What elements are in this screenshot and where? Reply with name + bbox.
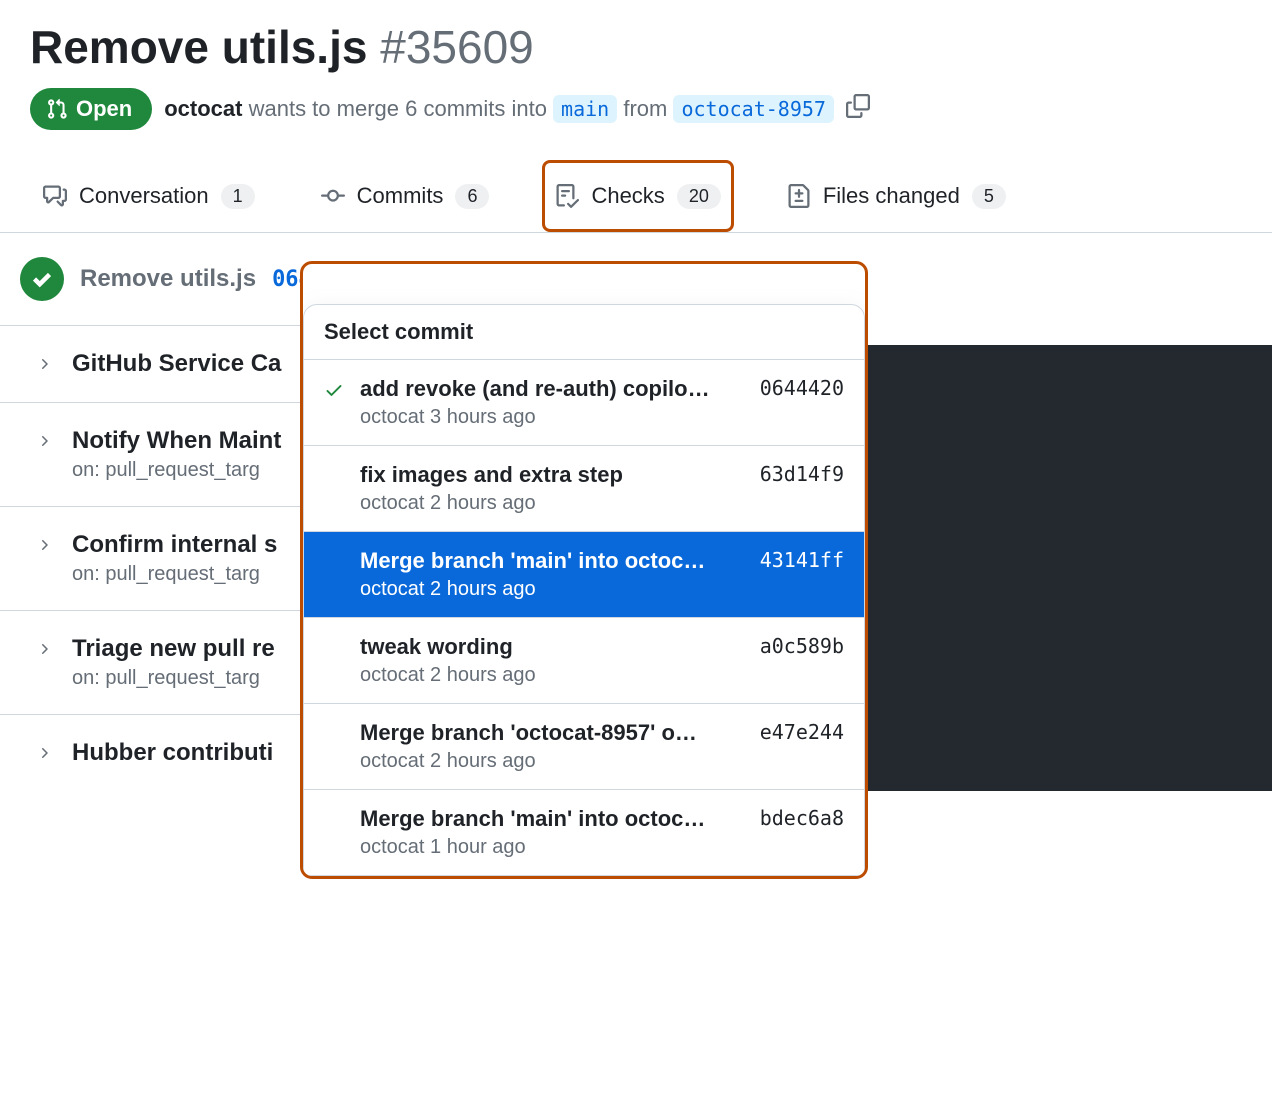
tab-checks[interactable]: Checks 20 — [542, 160, 733, 232]
commit-sha: bdec6a8 — [760, 806, 844, 830]
merge-mid2: from — [617, 96, 673, 121]
pr-number: #35609 — [380, 21, 534, 73]
commit-title: Merge branch 'main' into octoc… — [360, 806, 746, 832]
merge-mid1: wants to merge 6 commits into — [242, 96, 553, 121]
merge-author[interactable]: octocat — [164, 96, 242, 121]
popover-title: Select commit — [304, 305, 864, 360]
file-diff-icon — [787, 184, 811, 208]
commit-meta: octocat 2 hours ago — [360, 492, 746, 515]
chevron-right-icon — [36, 641, 52, 657]
merge-description: octocat wants to merge 6 commits into ma… — [164, 96, 834, 122]
tab-conversation[interactable]: Conversation 1 — [30, 160, 268, 232]
tab-count: 1 — [221, 184, 255, 209]
commit-meta: octocat 2 hours ago — [360, 578, 746, 601]
tab-label: Conversation — [79, 183, 209, 209]
chevron-right-icon — [36, 356, 52, 372]
check-icon — [30, 267, 54, 291]
commit-item[interactable]: Merge branch 'main' into octoc… octocat … — [304, 532, 864, 618]
commit-sha: 0644420 — [760, 376, 844, 400]
tab-count: 5 — [972, 184, 1006, 209]
commit-body: add revoke (and re-auth) copilo… octocat… — [360, 376, 746, 429]
commit-title: add revoke (and re-auth) copilo… — [360, 376, 746, 402]
base-branch-chip[interactable]: main — [553, 95, 617, 123]
commit-title: Merge branch 'main' into octoc… — [360, 548, 746, 574]
commit-title: fix images and extra step — [360, 462, 746, 488]
tab-count: 20 — [677, 184, 721, 209]
commit-body: Merge branch 'main' into octoc… octocat … — [360, 548, 746, 601]
tab-count: 6 — [455, 184, 489, 209]
commit-sha: 63d14f9 — [760, 462, 844, 486]
state-badge: Open — [30, 88, 152, 130]
commit-meta: octocat 2 hours ago — [360, 750, 746, 773]
state-label: Open — [76, 96, 132, 122]
chevron-right-icon — [36, 537, 52, 553]
git-pull-request-icon — [46, 98, 68, 120]
pr-title-text: Remove utils.js — [30, 21, 367, 73]
checklist-icon — [555, 184, 579, 208]
commit-body: Merge branch 'octocat-8957' o… octocat 2… — [360, 720, 746, 773]
commit-meta: octocat 3 hours ago — [360, 406, 746, 429]
commit-body: fix images and extra step octocat 2 hour… — [360, 462, 746, 515]
commit-sha: 43141ff — [760, 548, 844, 572]
commit-body: tweak wording octocat 2 hours ago — [360, 634, 746, 687]
commit-meta: octocat 1 hour ago — [360, 836, 746, 859]
commit-sha: e47e244 — [760, 720, 844, 744]
git-commit-icon — [321, 184, 345, 208]
commit-item[interactable]: tweak wording octocat 2 hours ago a0c589… — [304, 618, 864, 704]
pr-title: Remove utils.js #35609 — [0, 0, 1272, 84]
tab-label: Files changed — [823, 183, 960, 209]
commit-title: tweak wording — [360, 634, 746, 660]
check-icon — [324, 380, 346, 405]
pr-tabs: Conversation 1 Commits 6 Checks 20 Files… — [0, 160, 1272, 233]
commit-sha: a0c589b — [760, 634, 844, 658]
select-commit-popover: Select commit add revoke (and re-auth) c… — [300, 261, 868, 879]
pr-meta-row: Open octocat wants to merge 6 commits in… — [0, 84, 1272, 160]
commit-name: Remove utils.js — [80, 265, 256, 293]
commit-body: Merge branch 'main' into octoc… octocat … — [360, 806, 746, 859]
tab-label: Checks — [591, 183, 664, 209]
tab-files[interactable]: Files changed 5 — [774, 160, 1019, 232]
comment-discussion-icon — [43, 184, 67, 208]
commit-title: Merge branch 'octocat-8957' o… — [360, 720, 746, 746]
copy-icon[interactable] — [846, 94, 870, 124]
content-area: Remove utils.js 0644420 GitHub Service C… — [0, 233, 1272, 791]
commit-item[interactable]: Merge branch 'octocat-8957' o… octocat 2… — [304, 704, 864, 790]
tab-commits[interactable]: Commits 6 — [308, 160, 503, 232]
commit-meta: octocat 2 hours ago — [360, 664, 746, 687]
tab-label: Commits — [357, 183, 444, 209]
commit-item[interactable]: fix images and extra step octocat 2 hour… — [304, 446, 864, 532]
chevron-right-icon — [36, 745, 52, 761]
chevron-right-icon — [36, 433, 52, 449]
commit-item[interactable]: Merge branch 'main' into octoc… octocat … — [304, 790, 864, 875]
success-check-circle — [20, 257, 64, 301]
head-branch-chip[interactable]: octocat-8957 — [673, 95, 834, 123]
commit-item[interactable]: add revoke (and re-auth) copilo… octocat… — [304, 360, 864, 446]
